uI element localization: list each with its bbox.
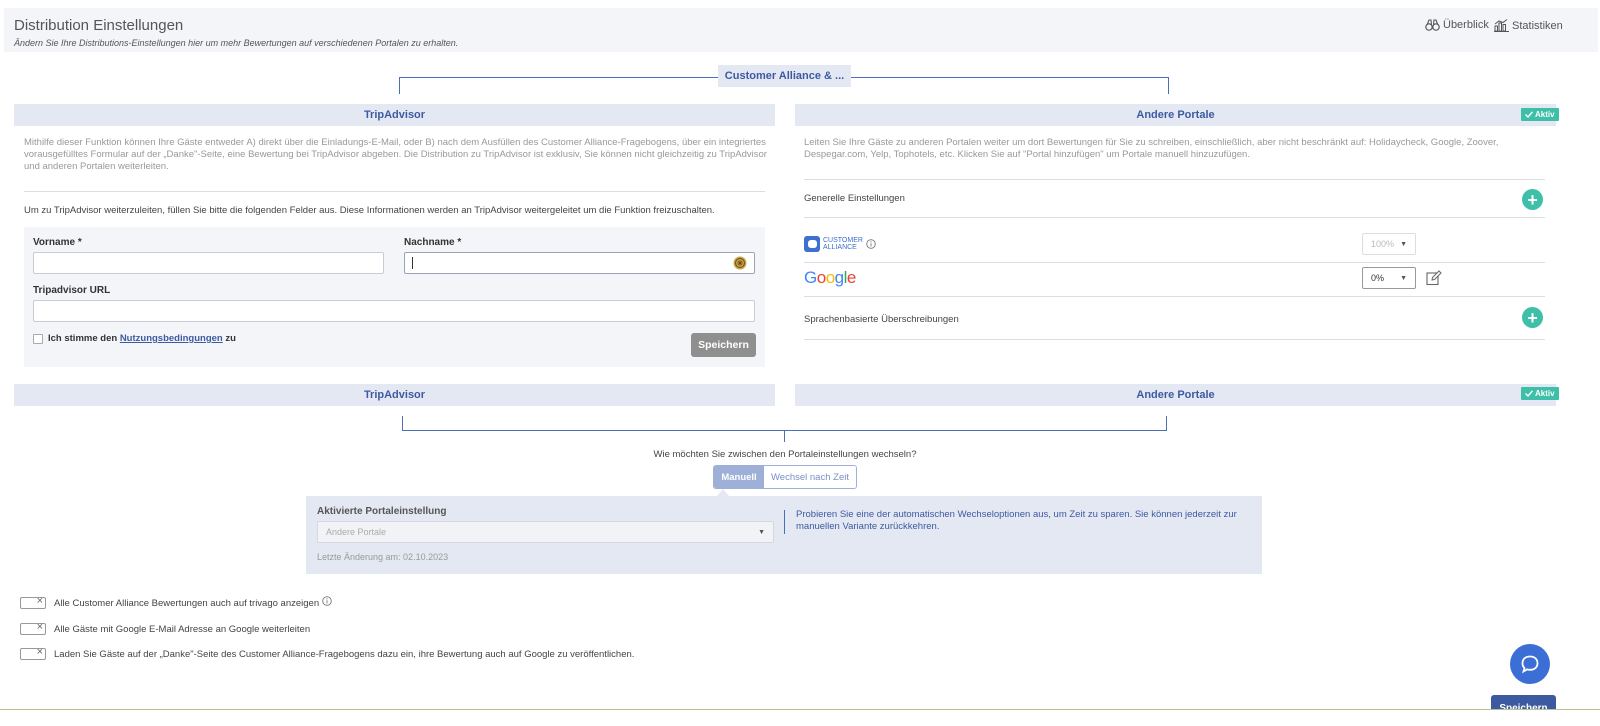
pointer-arrow — [717, 489, 729, 496]
add-general-setting-button[interactable]: + — [1522, 189, 1543, 210]
overview-label: Überblick — [1443, 19, 1489, 31]
last-name-input[interactable] — [404, 252, 755, 274]
customer-alliance-percent: 100% — [1371, 239, 1395, 249]
panel-divider — [784, 510, 785, 534]
tripadvisor-url-input[interactable] — [33, 300, 755, 322]
trivago-toggle[interactable] — [20, 595, 46, 609]
manual-option[interactable]: Manuell — [714, 466, 764, 488]
chat-button[interactable] — [1510, 644, 1550, 684]
language-overrides-label: Sprachenbasierte Überschreibungen — [804, 314, 959, 325]
tree-connector-right — [851, 77, 1169, 78]
other-portals-heading-secondary[interactable]: Andere Portale — [795, 384, 1556, 406]
google-email-toggle-label: Alle Gäste mit Google E-Mail Adresse an … — [54, 623, 311, 635]
active-badge-label: Aktiv — [1535, 389, 1555, 398]
ca-logo-line2: ALLIANCE — [823, 244, 857, 251]
active-setting-value: Andere Portale — [326, 527, 387, 537]
bar-chart-icon — [1494, 19, 1509, 32]
chat-bubble-icon — [1521, 655, 1539, 674]
url-label: Tripadvisor URL — [33, 285, 111, 296]
divider — [804, 179, 1545, 180]
tripadvisor-heading[interactable]: TripAdvisor — [14, 104, 775, 126]
switching-hint: Probieren Sie eine der automatischen Wec… — [796, 509, 1237, 532]
edit-icon[interactable] — [1426, 270, 1442, 286]
active-badge-label: Aktiv — [1535, 110, 1555, 119]
active-setting-select: Andere Portale ▼ — [317, 521, 774, 543]
divider — [24, 191, 765, 192]
first-name-input[interactable] — [33, 252, 384, 274]
terms-suffix: zu — [225, 333, 236, 344]
customer-alliance-logo-icon — [804, 236, 820, 252]
ca-logo-line1: CUSTOMER — [823, 237, 863, 244]
trivago-toggle-label: Alle Customer Alliance Bewertungen auch … — [54, 597, 320, 609]
google-logo: Google — [804, 268, 856, 287]
google-percent: 0% — [1371, 273, 1385, 283]
binoculars-icon — [1425, 19, 1440, 31]
tripadvisor-instruction: Um zu TripAdvisor weiterzuleiten, füllen… — [24, 205, 715, 216]
statistics-label: Statistiken — [1512, 19, 1563, 32]
tree-connector-left-drop — [399, 77, 400, 94]
tree-connector-bottom-stem — [784, 430, 785, 442]
statistics-link[interactable]: Statistiken — [1494, 19, 1563, 32]
tree-node-customer-alliance[interactable]: Customer Alliance & ... — [718, 65, 851, 87]
password-manager-icon[interactable] — [733, 256, 747, 270]
page-bottom-border — [0, 709, 1600, 710]
page-subtitle: Ändern Sie Ihre Distributions-Einstellun… — [14, 38, 459, 48]
google-percent-select[interactable]: 0% ▼ — [1362, 267, 1416, 289]
google-invite-toggle-label: Laden Sie Gäste auf der „Danke"-Seite de… — [54, 648, 635, 660]
tree-connector-bottom-right — [1166, 416, 1167, 431]
tripadvisor-heading-secondary[interactable]: TripAdvisor — [14, 384, 775, 406]
tripadvisor-description: Mithilfe dieser Funktion können Ihre Gäs… — [24, 137, 767, 172]
chevron-down-icon: ▼ — [1400, 240, 1407, 248]
overview-link[interactable]: Überblick — [1425, 19, 1489, 31]
switch-mode-toggle: Manuell Wechsel nach Zeit — [713, 465, 857, 489]
google-email-toggle[interactable] — [20, 621, 46, 635]
text-cursor — [412, 257, 413, 269]
active-setting-panel: Aktivierte Portaleinstellung Andere Port… — [306, 496, 1262, 574]
switching-question: Wie möchten Sie zwischen den Portaleinst… — [653, 449, 917, 460]
active-badge-secondary: Aktiv — [1521, 387, 1559, 400]
terms-link[interactable]: Nutzungsbedingungen — [120, 333, 223, 344]
info-icon[interactable] — [322, 596, 332, 606]
page-header: Distribution Einstellungen Ändern Sie Ih… — [4, 8, 1598, 52]
customer-alliance-percent-select: 100% ▼ — [1362, 233, 1416, 255]
general-settings-label: Generelle Einstellungen — [804, 193, 905, 204]
last-change-text: Letzte Änderung am: 02.10.2023 — [317, 552, 449, 562]
divider — [804, 262, 1545, 263]
tree-connector-left — [399, 77, 719, 78]
tree-connector-right-drop — [1168, 77, 1169, 94]
customer-alliance-logo: CUSTOMER ALLIANCE — [804, 236, 876, 252]
divider — [804, 339, 1545, 340]
check-icon — [1525, 390, 1533, 397]
active-setting-label: Aktivierte Portaleinstellung — [317, 506, 447, 517]
active-badge: Aktiv — [1521, 108, 1559, 121]
other-portals-description: Leiten Sie Ihre Gäste zu anderen Portale… — [804, 137, 1499, 160]
page-title: Distribution Einstellungen — [14, 17, 184, 34]
footer-save-button[interactable]: Speichern — [1491, 695, 1556, 709]
time-based-option[interactable]: Wechsel nach Zeit — [764, 466, 856, 488]
google-invite-toggle[interactable] — [20, 646, 46, 660]
chevron-down-icon: ▼ — [758, 528, 765, 536]
info-icon[interactable] — [866, 239, 876, 249]
terms-prefix: Ich stimme den — [48, 333, 118, 344]
other-portals-heading[interactable]: Andere Portale — [795, 104, 1556, 126]
check-icon — [1525, 111, 1533, 118]
divider — [804, 296, 1545, 297]
tripadvisor-form: Vorname * Nachname * Tripadvisor URL Ich… — [24, 227, 765, 367]
tripadvisor-save-button[interactable]: Speichern — [691, 333, 756, 357]
tree-connector-bottom-left — [402, 416, 403, 431]
terms-checkbox[interactable] — [33, 334, 43, 344]
chevron-down-icon: ▼ — [1400, 274, 1407, 282]
toggle-row: Alle Gäste mit Google E-Mail Adresse an … — [20, 621, 311, 635]
toggle-row: Laden Sie Gäste auf der „Danke"-Seite de… — [20, 646, 635, 660]
divider — [804, 217, 1545, 218]
terms-text: Ich stimme den Nutzungsbedingungen zu — [48, 333, 236, 344]
first-name-label: Vorname * — [33, 237, 82, 248]
toggle-row: Alle Customer Alliance Bewertungen auch … — [20, 595, 332, 609]
add-language-override-button[interactable]: + — [1522, 307, 1543, 328]
last-name-label: Nachname * — [404, 237, 462, 248]
